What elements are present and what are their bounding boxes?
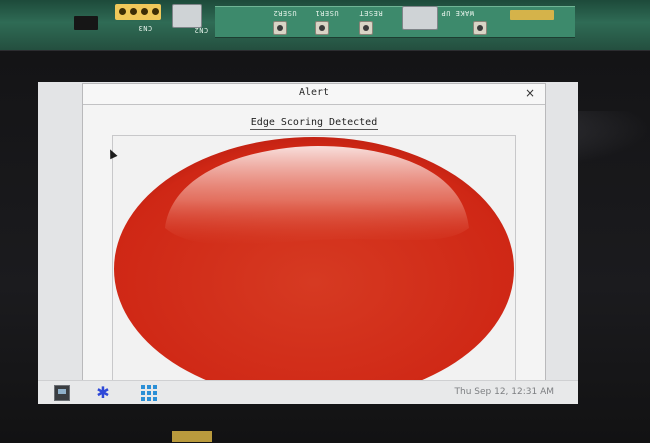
crystal bbox=[510, 10, 554, 20]
user1-button bbox=[315, 21, 329, 35]
circuit-board: CN3 CN2 USER2 USER1 RESET WAKE UP bbox=[0, 0, 650, 50]
silkscreen-label: WAKE UP bbox=[441, 9, 475, 17]
alert-image-frame bbox=[112, 135, 516, 398]
connector bbox=[172, 431, 212, 442]
taskbar-clock: Thu Sep 12, 12:31 AM bbox=[454, 387, 554, 397]
terminal-icon[interactable] bbox=[54, 385, 70, 401]
red-alert-circle-icon bbox=[114, 137, 514, 398]
silkscreen-label: RESET bbox=[359, 9, 383, 17]
dialog-titlebar[interactable]: Alert × bbox=[83, 84, 545, 105]
alert-dialog: Alert × Edge Scoring Detected bbox=[82, 83, 546, 398]
silkscreen-label: CN2 bbox=[194, 26, 209, 34]
usb-connector bbox=[172, 4, 202, 28]
dialog-title: Alert bbox=[298, 87, 330, 98]
silkscreen-label: USER1 bbox=[315, 9, 339, 17]
taskbar: ✱ Thu Sep 12, 12:31 AM bbox=[38, 380, 578, 404]
wake-up-button bbox=[473, 21, 487, 35]
silkscreen-label: CN3 bbox=[138, 24, 153, 32]
app-grid-icon[interactable] bbox=[141, 385, 157, 401]
silkscreen-label: USER2 bbox=[273, 9, 297, 17]
reset-button bbox=[359, 21, 373, 35]
pin-header bbox=[115, 4, 161, 20]
close-button[interactable]: × bbox=[523, 86, 537, 100]
user2-button bbox=[273, 21, 287, 35]
screen: Alert × Edge Scoring Detected ✱ Thu Sep … bbox=[38, 82, 578, 404]
alert-message: Edge Scoring Detected bbox=[83, 117, 545, 130]
alert-message-text: Edge Scoring Detected bbox=[249, 117, 379, 130]
asterisk-settings-icon[interactable]: ✱ bbox=[95, 385, 111, 401]
usb-connector bbox=[402, 6, 438, 30]
chip bbox=[74, 16, 98, 30]
